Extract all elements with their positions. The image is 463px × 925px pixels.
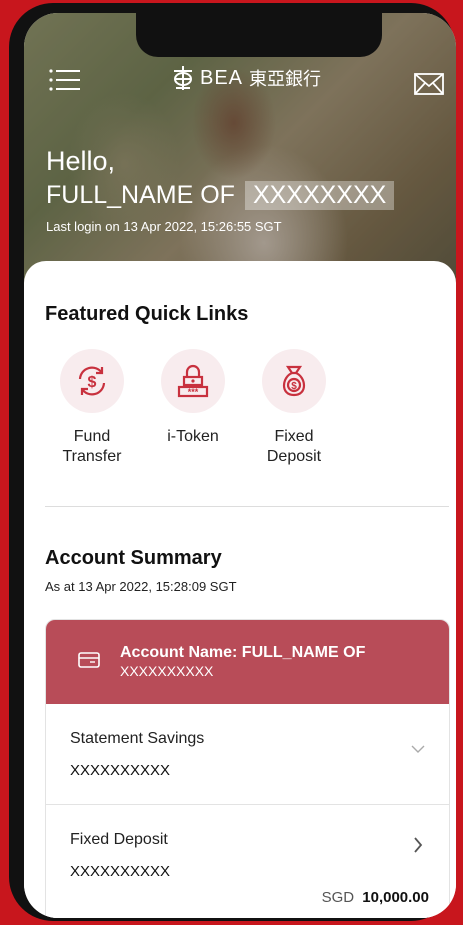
quick-links-title: Featured Quick Links — [45, 303, 249, 325]
itoken-icon: *** — [177, 364, 209, 398]
account-name-masked: XXXXXXXXXX — [120, 663, 214, 679]
account-header: Account Name: FULL_NAME OF XXXXXXXXXX — [46, 620, 449, 704]
account-summary-box: Account Name: FULL_NAME OF XXXXXXXXXX St… — [45, 619, 450, 918]
quick-link-fixed-deposit[interactable]: $ Fixed Deposit — [254, 349, 334, 467]
section-divider — [45, 506, 449, 507]
as-of-timestamp: As at 13 Apr 2022, 15:28:09 SGT — [45, 579, 237, 594]
quick-link-label: i-Token — [167, 428, 219, 445]
quick-link-itoken[interactable]: *** i-Token — [153, 349, 233, 447]
user-name-prefix: FULL_NAME OF — [46, 181, 235, 209]
bea-emblem-icon — [174, 66, 192, 90]
chevron-down-icon[interactable] — [411, 744, 425, 754]
svg-text:$: $ — [291, 381, 297, 392]
chevron-right-icon[interactable] — [413, 837, 423, 853]
svg-text:$: $ — [88, 374, 97, 391]
account-balance: SGD 10,000.00 — [322, 889, 429, 906]
card-icon — [78, 652, 100, 668]
fixed-deposit-icon-wrapper: $ — [262, 349, 326, 413]
quick-link-fund-transfer[interactable]: $ Fund Transfer — [52, 349, 132, 467]
logo-text: BEA — [200, 66, 244, 89]
menu-icon[interactable] — [49, 69, 81, 91]
svg-text:***: *** — [188, 387, 199, 397]
phone-frame: BEA 東亞銀行 Hello, FULL_NAME OF XXXXXXXX La… — [9, 3, 456, 921]
account-row-statement-savings[interactable]: Statement Savings XXXXXXXXXX — [46, 704, 449, 805]
content-card: Featured Quick Links $ Fund Transfer ***… — [24, 261, 456, 918]
logo-chinese-text: 東亞銀行 — [249, 69, 322, 90]
app-screen: BEA 東亞銀行 Hello, FULL_NAME OF XXXXXXXX La… — [24, 13, 456, 918]
itoken-icon-wrapper: *** — [161, 349, 225, 413]
user-name-masked: XXXXXXXX — [244, 181, 395, 210]
quick-link-label: Fund Transfer — [62, 428, 122, 465]
quick-link-label: Fixed Deposit — [266, 428, 322, 465]
mail-icon[interactable] — [414, 73, 444, 95]
account-type: Statement Savings — [70, 730, 205, 747]
account-number: XXXXXXXXXX — [70, 863, 171, 880]
balance-currency: SGD — [321, 889, 355, 906]
account-row-fixed-deposit[interactable]: Fixed Deposit XXXXXXXXXX SGD 10,000.00 — [46, 805, 449, 918]
user-name: FULL_NAME OF XXXXXXXX — [46, 181, 395, 210]
account-name-label: Account Name: FULL_NAME OF — [120, 644, 366, 661]
fund-transfer-icon-wrapper: $ — [60, 349, 124, 413]
bea-logo: BEA 東亞銀行 — [172, 65, 321, 91]
greeting-text: Hello, — [46, 146, 116, 176]
phone-notch — [136, 13, 382, 57]
account-summary-title: Account Summary — [45, 547, 222, 569]
money-bag-icon: $ — [282, 365, 306, 397]
last-login-text: Last login on 13 Apr 2022, 15:26:55 SGT — [46, 219, 282, 234]
balance-amount: 10,000.00 — [362, 889, 429, 906]
account-number: XXXXXXXXXX — [70, 762, 171, 779]
account-type: Fixed Deposit — [70, 831, 168, 848]
fund-transfer-icon: $ — [78, 366, 106, 396]
